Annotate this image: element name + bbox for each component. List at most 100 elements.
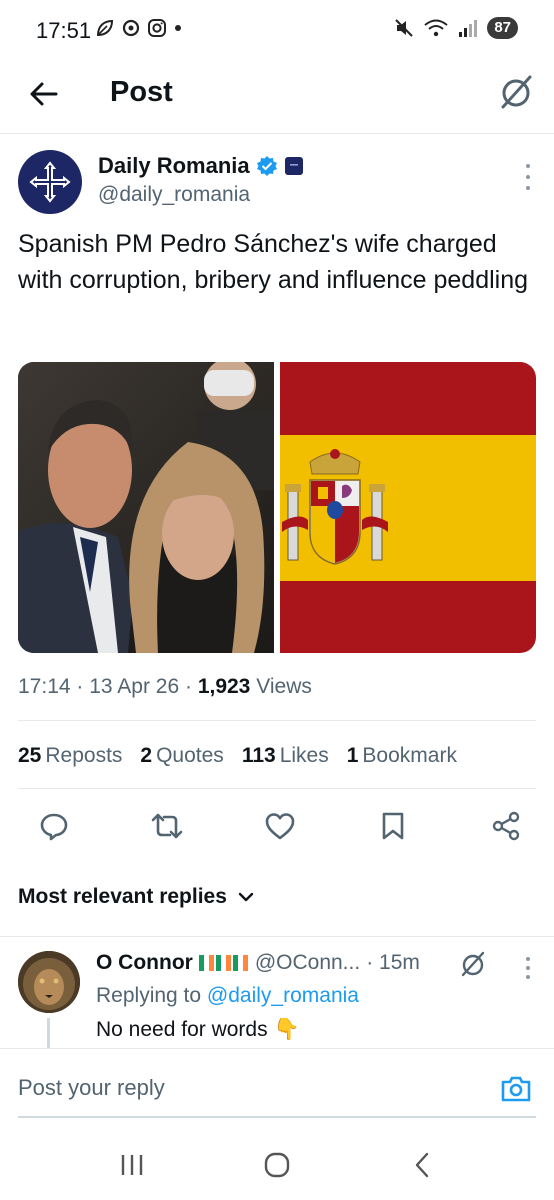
more-dot [526, 164, 530, 168]
thread-line [47, 1018, 50, 1050]
likes-stat[interactable]: 113 Likes [242, 744, 329, 768]
dot-icon [175, 25, 181, 31]
reply-input[interactable]: Post your reply [18, 1075, 165, 1101]
reply-button[interactable] [36, 808, 72, 844]
more-options-button[interactable] [524, 164, 532, 190]
post-date: 13 Apr 26 [89, 675, 180, 698]
home-button[interactable] [259, 1147, 295, 1183]
replies-sort-label: Most relevant replies [18, 885, 227, 908]
views-label: Views [256, 675, 312, 698]
more-dot [526, 186, 530, 190]
status-notification-icons [95, 18, 183, 38]
reply-grok-button[interactable] [458, 949, 488, 979]
quotes-count: 2 [140, 744, 153, 767]
replying-to-link[interactable]: @daily_romania [207, 984, 359, 1007]
mute-icon [395, 19, 414, 37]
recents-icon [122, 1155, 143, 1175]
repost-button[interactable] [149, 808, 185, 844]
camera-icon [501, 1076, 531, 1102]
couple-photo[interactable] [18, 362, 274, 653]
more-dot [526, 175, 530, 179]
divider [18, 788, 536, 789]
status-time: 17:51 [36, 18, 92, 43]
verified-badge-icon [256, 156, 277, 176]
divider [18, 720, 536, 721]
composer-underline [18, 1116, 536, 1118]
share-button[interactable] [488, 808, 524, 844]
page-title: Post [110, 76, 173, 108]
replies-sort-dropdown[interactable]: Most relevant replies [18, 885, 255, 909]
like-button[interactable] [262, 808, 298, 844]
recents-button[interactable] [114, 1147, 150, 1183]
reply-text-body: No need for words [96, 1018, 268, 1041]
likes-label: Likes [279, 744, 329, 767]
replying-to: Replying to @daily_romania [96, 984, 359, 1008]
post-timestamp: 17:14 · 13 Apr 26 · 1,923 Views [18, 675, 312, 699]
views-count: 1,923 [197, 675, 251, 698]
author-handle[interactable]: @daily_romania [98, 183, 250, 207]
quotes-label: Quotes [156, 744, 224, 767]
back-button[interactable] [26, 76, 62, 112]
reply-icon [40, 813, 68, 841]
signal-icon [459, 20, 478, 37]
camera-button[interactable] [500, 1073, 532, 1105]
more-dot [526, 975, 530, 979]
battery-indicator: 87 [487, 17, 518, 39]
wifi-icon [424, 19, 448, 37]
quotes-stat[interactable]: 2 Quotes [140, 744, 223, 768]
reply-author-handle[interactable]: @OConn... [255, 951, 360, 975]
bookmarks-count: 1 [346, 744, 359, 767]
cross-logo-icon [29, 161, 71, 203]
spain-flag-image[interactable] [280, 362, 536, 653]
engagement-stats: 25 Reposts 2 Quotes 113 Likes 1 Bookmark [18, 744, 457, 768]
reply-avatar[interactable] [18, 951, 80, 1013]
grok-icon [461, 951, 485, 977]
system-nav-bar [0, 1130, 554, 1200]
repost-icon [151, 813, 183, 839]
replying-prefix: Replying to [96, 984, 202, 1007]
author-avatar[interactable] [18, 150, 82, 214]
affiliate-badge-icon [284, 157, 303, 175]
top-app-bar: Post [0, 62, 554, 134]
reposts-count: 25 [18, 744, 42, 767]
separator: · [76, 675, 90, 698]
more-dot [526, 957, 530, 961]
reply-header: O Connor @OConn... · 15m [96, 951, 420, 975]
pointing-down-emoji: 👇 [273, 1018, 300, 1041]
spain-flag-illustration [280, 362, 536, 653]
status-system-icons: 87 [393, 17, 518, 39]
reply-composer: Post your reply [0, 1048, 554, 1118]
post-text: Spanish PM Pedro Sánchez's wife charged … [18, 230, 529, 294]
post-media[interactable] [18, 362, 536, 653]
sync-icon [122, 19, 140, 37]
system-back-button[interactable] [404, 1147, 440, 1183]
post-actions [36, 808, 524, 844]
chevron-down-icon [238, 892, 254, 902]
reply-author-name[interactable]: O Connor [96, 951, 193, 975]
author-name: Daily Romania [98, 153, 250, 178]
likes-count: 113 [241, 744, 276, 767]
lion-avatar-illustration [18, 951, 80, 1013]
grok-button[interactable] [496, 72, 536, 112]
chevron-left-icon [415, 1152, 428, 1178]
divider [0, 936, 554, 937]
reposts-label: Reposts [45, 744, 123, 767]
separator: · [184, 675, 198, 698]
reply-more-button[interactable] [524, 957, 532, 979]
heart-icon [265, 813, 295, 840]
arrow-left-icon [30, 82, 58, 106]
more-dot [526, 966, 530, 970]
leaf-icon [96, 19, 114, 37]
grok-icon [501, 75, 532, 109]
bookmarks-stat[interactable]: 1 Bookmark [347, 744, 457, 768]
reply-time: · 15m [366, 951, 420, 974]
reply-text: No need for words 👇 [96, 1018, 300, 1042]
share-icon [492, 811, 520, 841]
post-time: 17:14 [18, 675, 71, 698]
reposts-stat[interactable]: 25 Reposts [18, 744, 122, 768]
bookmarks-label: Bookmark [362, 744, 457, 767]
bookmark-button[interactable] [375, 808, 411, 844]
author-name-row[interactable]: Daily Romania [98, 153, 304, 179]
ireland-flags-icon [198, 953, 249, 973]
status-bar: 17:51 87 [0, 0, 554, 62]
